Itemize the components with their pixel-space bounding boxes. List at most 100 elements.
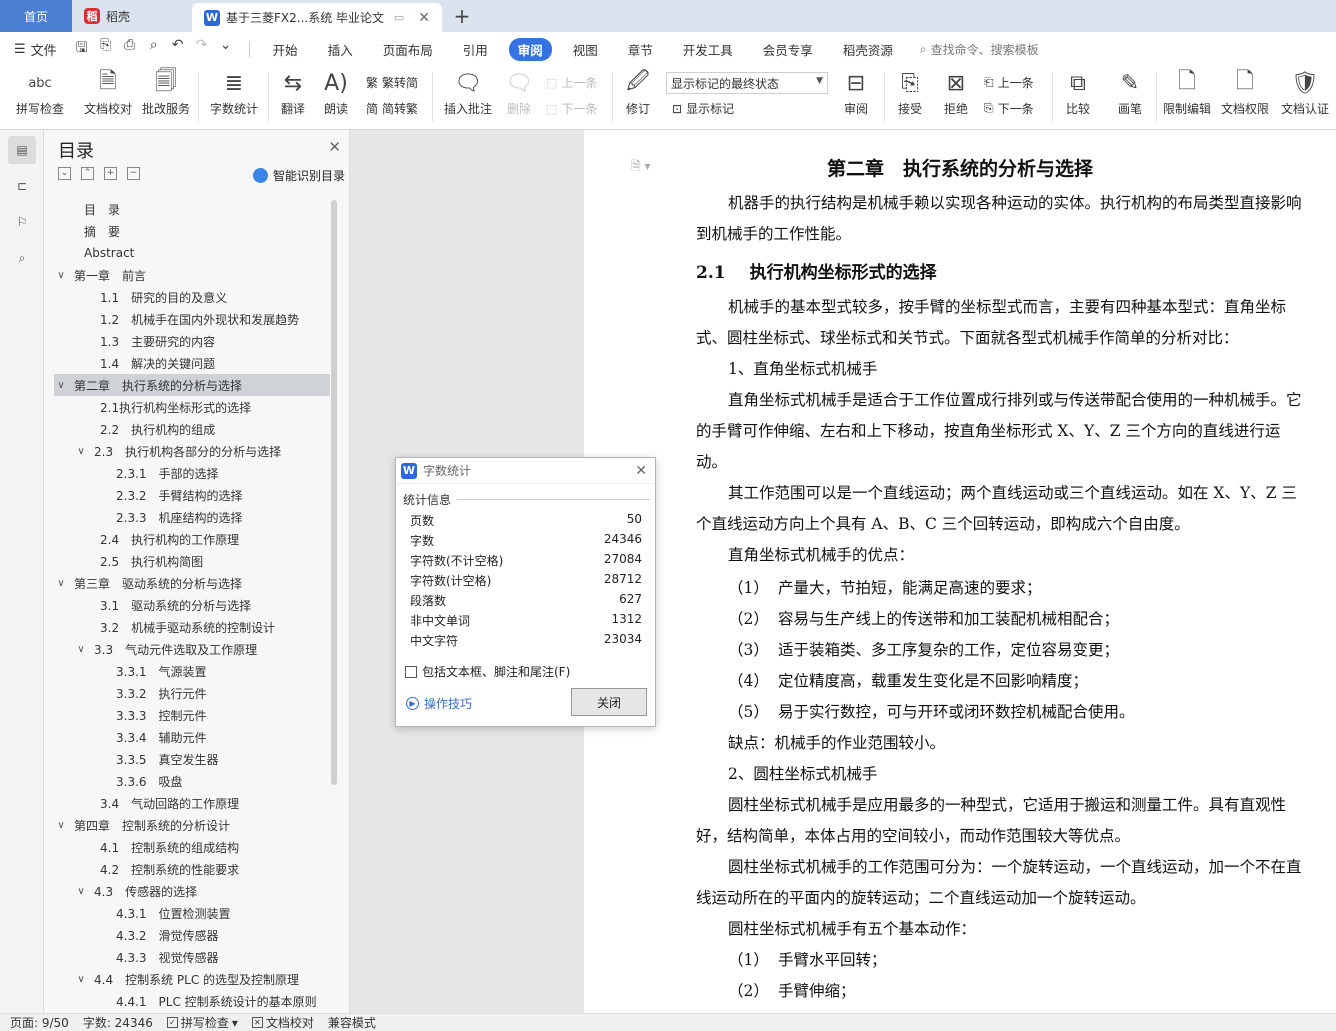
chevron-down-icon[interactable]: ∨ bbox=[74, 886, 88, 897]
new-tab-button[interactable]: + bbox=[442, 0, 482, 32]
include-textbox-checkbox[interactable]: 包括文本框、脚注和尾注(F) bbox=[405, 663, 570, 680]
review-pane-button[interactable]: ⊟ 审阅 bbox=[836, 66, 876, 117]
insert-comment-button[interactable]: 🗨 插入批注 bbox=[440, 66, 496, 117]
toc-item[interactable]: 1.2 机械手在国内外现状和发展趋势 bbox=[54, 308, 330, 330]
toc-item[interactable]: Abstract bbox=[54, 242, 330, 264]
toc-item[interactable]: 目 录 bbox=[54, 198, 330, 220]
compare-button[interactable]: ⧉ 比较 bbox=[1058, 66, 1098, 117]
track-changes-button[interactable]: 🖉 修订 bbox=[618, 66, 658, 117]
preview-icon[interactable]: ⌕ bbox=[145, 37, 163, 61]
remove-heading-icon[interactable]: − bbox=[127, 167, 140, 180]
tab-home[interactable]: 首页 bbox=[0, 0, 72, 32]
reject-button[interactable]: ⊠ 拒绝 bbox=[936, 66, 976, 117]
menu-tab[interactable]: 页面布局 bbox=[374, 38, 442, 61]
toc-item[interactable]: 2.1执行机构坐标形式的选择 bbox=[54, 396, 330, 418]
toc-item[interactable]: 2.5 执行机构简图 bbox=[54, 550, 330, 572]
tab-daoke[interactable]: 稻稻壳 bbox=[72, 0, 192, 32]
toc-item[interactable]: 4.3.1 位置检测装置 bbox=[54, 902, 330, 924]
menu-tab[interactable]: 章节 bbox=[619, 38, 662, 61]
next-change-button[interactable]: ⎘ 下一条 bbox=[984, 100, 1034, 117]
toc-item[interactable]: 2.3.3 机座结构的选择 bbox=[54, 506, 330, 528]
ink-button[interactable]: ✎ 画笔 bbox=[1110, 66, 1150, 117]
toc-item[interactable]: ∨ 第四章 控制系统的分析设计 bbox=[54, 814, 330, 836]
next-comment-button[interactable]: ⬚ 下一条 bbox=[546, 100, 597, 117]
toc-item[interactable]: ∨ 4.3 传感器的选择 bbox=[54, 880, 330, 902]
toc-item[interactable]: 1.1 研究的目的及意义 bbox=[54, 286, 330, 308]
menu-tab[interactable]: 会员专享 bbox=[754, 38, 822, 61]
toc-item[interactable]: 2.3.1 手部的选择 bbox=[54, 462, 330, 484]
toc-item[interactable]: 3.1 驱动系统的分析与选择 bbox=[54, 594, 330, 616]
smart-toc-button[interactable]: 智能识别目录 bbox=[252, 167, 345, 184]
toc-item[interactable]: 3.3.6 吸盘 bbox=[54, 770, 330, 792]
toc-item[interactable]: ∨ 第二章 执行系统的分析与选择 bbox=[54, 374, 330, 396]
toc-item[interactable]: 3.3.4 辅助元件 bbox=[54, 726, 330, 748]
expand-all-icon[interactable]: ⌃ bbox=[81, 167, 94, 180]
toc-item[interactable]: 4.3.3 视觉传感器 bbox=[54, 946, 330, 968]
toc-item[interactable]: 3.3.2 执行元件 bbox=[54, 682, 330, 704]
pin-icon[interactable]: ▭ bbox=[394, 11, 404, 24]
word-count-button[interactable]: ≣ 字数统计 bbox=[206, 66, 262, 117]
revise-service-button[interactable]: 🗐 批改服务 bbox=[138, 66, 194, 117]
toc-item[interactable]: 2.3.2 手臂结构的选择 bbox=[54, 484, 330, 506]
menu-tab[interactable]: 开发工具 bbox=[674, 38, 742, 61]
toc-item[interactable]: 4.4.1 PLC 控制系统设计的基本原则 bbox=[54, 990, 330, 1012]
more-icon[interactable]: ⌄ bbox=[217, 37, 235, 61]
tab-document[interactable]: W 基于三菱FX2...系统 毕业论文 ▭ ✕ bbox=[192, 3, 442, 32]
accept-button[interactable]: ⎘ 接受 bbox=[890, 66, 930, 117]
redo-icon[interactable]: ↷ bbox=[193, 37, 211, 61]
document-page[interactable]: 🗎 ▾ 第二章 执行系统的分析与选择 机器手的执行结构是机械手赖以实现各种运动的… bbox=[584, 130, 1336, 1013]
collapse-all-icon[interactable]: ⌄ bbox=[58, 167, 71, 180]
menu-tab[interactable]: 稻壳资源 bbox=[834, 38, 902, 61]
toc-item[interactable]: 摘 要 bbox=[54, 220, 330, 242]
undo-icon[interactable]: ↶ bbox=[169, 37, 187, 61]
toc-item[interactable]: 1.3 主要研究的内容 bbox=[54, 330, 330, 352]
toc-scrollbar[interactable] bbox=[331, 200, 337, 785]
display-mode-select[interactable]: 显示标记的最终状态 ▼ bbox=[666, 72, 828, 94]
restrict-edit-button[interactable]: 🗋 限制编辑 bbox=[1162, 66, 1212, 117]
menu-tab[interactable]: 插入 bbox=[319, 38, 362, 61]
toc-item[interactable]: 2.4 执行机构的工作原理 bbox=[54, 528, 330, 550]
prev-comment-button[interactable]: ⬚ 上一条 bbox=[546, 74, 597, 91]
menu-tab[interactable]: 引用 bbox=[454, 38, 497, 61]
chevron-down-icon[interactable]: ∨ bbox=[74, 974, 88, 985]
simp-to-trad-button[interactable]: 简简转繁 bbox=[366, 100, 418, 117]
chevron-down-icon[interactable]: ∨ bbox=[54, 270, 68, 281]
chevron-down-icon[interactable]: ∨ bbox=[74, 644, 88, 655]
menu-tab[interactable]: 审阅 bbox=[508, 37, 552, 61]
read-aloud-button[interactable]: A) 朗读 bbox=[318, 66, 354, 117]
close-icon[interactable]: ✕ bbox=[635, 463, 647, 479]
toc-item[interactable]: 3.2 机械手驱动系统的控制设计 bbox=[54, 616, 330, 638]
toc-item[interactable]: 4.2 控制系统的性能要求 bbox=[54, 858, 330, 880]
toc-item[interactable]: 3.4 气动回路的工作原理 bbox=[54, 792, 330, 814]
chevron-down-icon[interactable]: ∨ bbox=[54, 578, 68, 589]
translate-button[interactable]: ⇆ 翻译 bbox=[274, 66, 312, 117]
export-icon[interactable]: ⎘ bbox=[97, 37, 115, 61]
toc-item[interactable]: 3.3.5 真空发生器 bbox=[54, 748, 330, 770]
page-indicator[interactable]: 页面: 9/50 bbox=[10, 1014, 69, 1031]
toc-item[interactable]: ∨ 第一章 前言 bbox=[54, 264, 330, 286]
toc-item[interactable]: 4.3.2 滑觉传感器 bbox=[54, 924, 330, 946]
file-menu[interactable]: ☰ 文件 bbox=[0, 40, 67, 59]
toc-item[interactable]: 2.2 执行机构的组成 bbox=[54, 418, 330, 440]
toc-item[interactable]: 4.1 控制系统的组成结构 bbox=[54, 836, 330, 858]
toc-item[interactable]: 3.3.1 气源装置 bbox=[54, 660, 330, 682]
show-markup-button[interactable]: ⊡ 显示标记 bbox=[672, 100, 734, 117]
doc-certify-button[interactable]: 🛡 文档认证 bbox=[1278, 66, 1332, 117]
add-heading-icon[interactable]: + bbox=[104, 167, 117, 180]
chevron-down-icon[interactable]: ∨ bbox=[54, 820, 68, 831]
toc-item[interactable]: ∨ 2.3 执行机构各部分的分析与选择 bbox=[54, 440, 330, 462]
prev-change-button[interactable]: ⎗ 上一条 bbox=[984, 74, 1034, 91]
dialog-titlebar[interactable]: W 字数统计 ✕ bbox=[396, 458, 655, 484]
toc-item[interactable]: ∨ 4.4 控制系统 PLC 的选型及控制原理 bbox=[54, 968, 330, 990]
close-tab-icon[interactable]: ✕ bbox=[418, 10, 430, 26]
toc-item[interactable]: 1.4 解决的关键问题 bbox=[54, 352, 330, 374]
chevron-down-icon[interactable]: ∨ bbox=[74, 446, 88, 457]
save-icon[interactable]: 🖫 bbox=[73, 37, 91, 61]
chapter-nav-icon[interactable]: ⊏ bbox=[8, 172, 36, 200]
menu-tab[interactable]: 视图 bbox=[564, 38, 607, 61]
tips-link[interactable]: ▶ 操作技巧 bbox=[406, 695, 472, 712]
doc-check-button[interactable]: 🗎 文档校对 bbox=[78, 66, 138, 117]
checkbox-box[interactable] bbox=[405, 665, 417, 678]
trad-to-simp-button[interactable]: 繁繁转简 bbox=[366, 74, 418, 91]
toc-panel-icon[interactable]: ▤ bbox=[8, 136, 36, 164]
